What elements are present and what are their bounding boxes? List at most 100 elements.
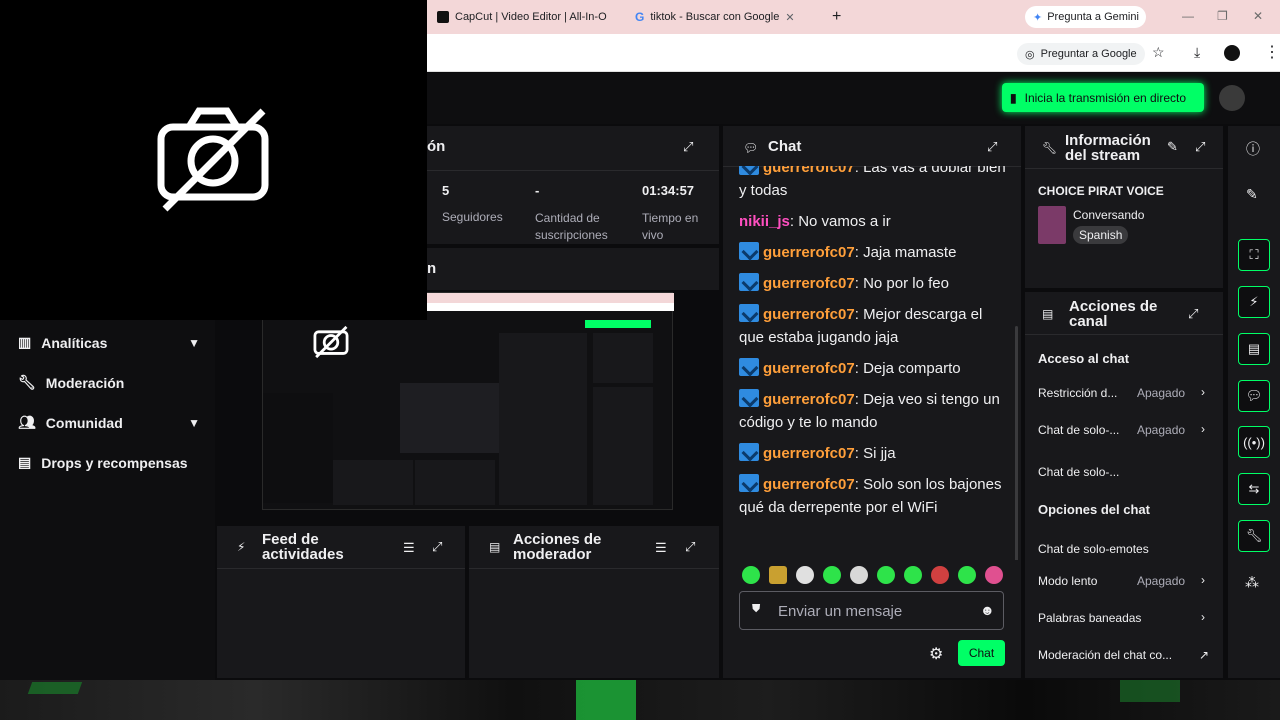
row-subs-only: Chat de solo-...: [1038, 460, 1280, 479]
minimize-icon[interactable]: —: [1182, 9, 1194, 23]
moderator-badge-icon: [739, 443, 759, 461]
close-window-icon[interactable]: ✕: [1253, 9, 1263, 23]
channel-actions-title: Acciones de canal: [1069, 298, 1158, 330]
analytics-icon: ▥: [18, 334, 32, 350]
popout-icon[interactable]: ⤢: [432, 539, 442, 555]
chat-message: guerrerofc07: Jaja mamaste: [739, 241, 1009, 264]
stream-info-panel: 🔧︎ Información del stream ✎ ⤢ CHOICE PIR…: [1025, 126, 1223, 288]
chat-bubble-icon: 💬︎: [743, 141, 759, 155]
popout-icon[interactable]: ⤢: [683, 139, 693, 155]
emote-icon[interactable]: [958, 566, 976, 584]
category-box-art[interactable]: [1038, 206, 1066, 244]
filter-icon[interactable]: ☰: [403, 540, 415, 556]
row-slow-mode[interactable]: Modo lento Apagado ›: [1038, 573, 1213, 588]
stream-manager-topbar: ▮ Inicia la transmisión en directo: [427, 73, 1280, 124]
tab-label: CapCut | Video Editor | All-In-O: [455, 11, 607, 23]
ask-google-button[interactable]: ◎ Preguntar a Google: [1017, 43, 1145, 65]
start-live-button[interactable]: ▮ Inicia la transmisión en directo: [1002, 83, 1204, 112]
profile-avatar[interactable]: [1224, 45, 1240, 61]
emote-icon[interactable]: [985, 566, 1003, 584]
extensions-icon[interactable]: ⁂: [1245, 574, 1259, 591]
tools-button[interactable]: 🔧︎: [1238, 520, 1270, 552]
chat-access-heading: Acceso al chat: [1038, 351, 1130, 366]
edit-pencil-icon[interactable]: ✎: [1167, 139, 1178, 155]
popout-icon[interactable]: ⤢: [987, 139, 997, 155]
row-chat-moderation[interactable]: Moderación del chat co... ↗: [1038, 648, 1213, 662]
row-followers-only[interactable]: Chat de solo-... Apagado ›: [1038, 422, 1213, 437]
sidebar-item-analytics[interactable]: ▥ Analíticas ▼: [18, 334, 200, 351]
chat-scrollbar[interactable]: [1015, 326, 1018, 576]
stream-title: CHOICE PIRAT VOICE: [1038, 184, 1164, 198]
chat-input[interactable]: ⛊ Enviar un mensaje ☻: [739, 591, 1004, 630]
emote-icon[interactable]: [823, 566, 841, 584]
log-icon: ▤: [489, 540, 501, 554]
browser-tab-capcut[interactable]: CapCut | Video Editor | All-In-O: [437, 5, 622, 29]
maximize-icon[interactable]: ❐: [1217, 9, 1228, 23]
chat-input-area: ⛊ Enviar un mensaje ☻ ⚙ Chat: [723, 560, 1021, 678]
category-name[interactable]: Conversando: [1073, 208, 1144, 222]
chevron-right-icon: ›: [1201, 385, 1205, 399]
browser-tab-strip: CapCut | Video Editor | All-In-O G tikto…: [427, 0, 1280, 34]
clip-button[interactable]: ⛶: [1238, 239, 1270, 271]
chevron-right-icon: ›: [1201, 422, 1205, 436]
screenshot-icon: ⛶: [1249, 247, 1259, 262]
chat-message: guerrerofc07: Mejor descarga el que esta…: [739, 304, 983, 346]
emote-icon[interactable]: [877, 566, 895, 584]
subs-value: -: [535, 183, 540, 198]
row-emote-only: Chat de solo-emotes: [1038, 542, 1149, 556]
drops-icon: ▤: [18, 454, 32, 470]
new-tab-button[interactable]: +: [832, 5, 848, 29]
browser-tab-tiktok[interactable]: G tiktok - Buscar con Google ✕: [635, 5, 825, 29]
gemini-button[interactable]: ✦ Pregunta a Gemini: [1025, 6, 1146, 28]
background-strip: [0, 680, 1280, 720]
emote-icon[interactable]: [931, 566, 949, 584]
channel-avatar[interactable]: [1219, 85, 1245, 111]
sidebar-item-drops[interactable]: ▤ Drops y recompensas: [18, 454, 198, 471]
channel-actions-icon: ▤: [1042, 307, 1054, 321]
emote-icon[interactable]: [796, 566, 814, 584]
more-menu-icon[interactable]: ⋮: [1264, 42, 1280, 62]
chat-button[interactable]: 💬︎: [1238, 380, 1270, 412]
chat-settings-gear-icon[interactable]: ⚙: [929, 644, 943, 664]
download-icon[interactable]: ⤓: [1194, 44, 1200, 61]
gemini-sparkle-icon: ✦: [1033, 11, 1043, 24]
lens-icon: ◎: [1025, 48, 1035, 61]
notes-icon: ▤: [1247, 341, 1261, 356]
popout-icon[interactable]: ⤢: [1195, 139, 1205, 155]
sidebar-item-community[interactable]: 👥︎ Comunidad ▼: [18, 414, 200, 431]
language-tag[interactable]: Spanish: [1073, 226, 1129, 244]
chat-message: guerrerofc07: Si jja: [739, 442, 1009, 465]
info-icon[interactable]: ⓘ: [1246, 139, 1260, 159]
chat-header-bg: 💬︎ Chat ⤢: [723, 126, 1021, 166]
emoji-picker-icon[interactable]: ☻: [980, 602, 995, 618]
live-icon: ▮: [1010, 90, 1017, 105]
row-banned-words[interactable]: Palabras baneadas ›: [1038, 610, 1213, 625]
filter-icon[interactable]: ☰: [655, 540, 667, 556]
broadcast-button[interactable]: ((•)): [1238, 426, 1270, 458]
activity-feed-title: Feed de actividades: [262, 531, 344, 563]
popout-icon[interactable]: ⤢: [685, 539, 695, 555]
close-tab-icon[interactable]: ✕: [785, 11, 794, 24]
edit-pencil-icon[interactable]: ✎: [1246, 186, 1258, 203]
emote-bar: [742, 566, 1003, 584]
lightning-icon: ⚡︎: [237, 540, 246, 554]
send-chat-button[interactable]: Chat: [958, 640, 1005, 666]
notes-button[interactable]: ▤: [1238, 333, 1270, 365]
ad-button[interactable]: ⚡︎: [1238, 286, 1270, 318]
bookmark-star-icon[interactable]: ☆: [1152, 44, 1165, 61]
emote-icon[interactable]: [850, 566, 868, 584]
chevron-right-icon: ›: [1201, 573, 1205, 587]
sidebar-item-moderation[interactable]: 🔧︎ Moderación: [18, 374, 198, 391]
emote-icon[interactable]: [904, 566, 922, 584]
raid-button[interactable]: ⇆: [1238, 473, 1270, 505]
community-icon: 👥︎: [18, 414, 36, 430]
emote-icon[interactable]: [769, 566, 787, 584]
camera-off-small-icon: [313, 325, 349, 359]
emote-icon[interactable]: [742, 566, 760, 584]
row-restriction[interactable]: Restricción d... Apagado ›: [1038, 385, 1213, 400]
popout-icon[interactable]: ⤢: [1188, 306, 1198, 322]
raid-icon: ⇆: [1248, 481, 1260, 496]
chevron-down-icon: ▼: [188, 415, 200, 430]
subs-label: Cantidad de suscripciones: [535, 211, 608, 242]
camera-off-icon: [157, 107, 269, 212]
